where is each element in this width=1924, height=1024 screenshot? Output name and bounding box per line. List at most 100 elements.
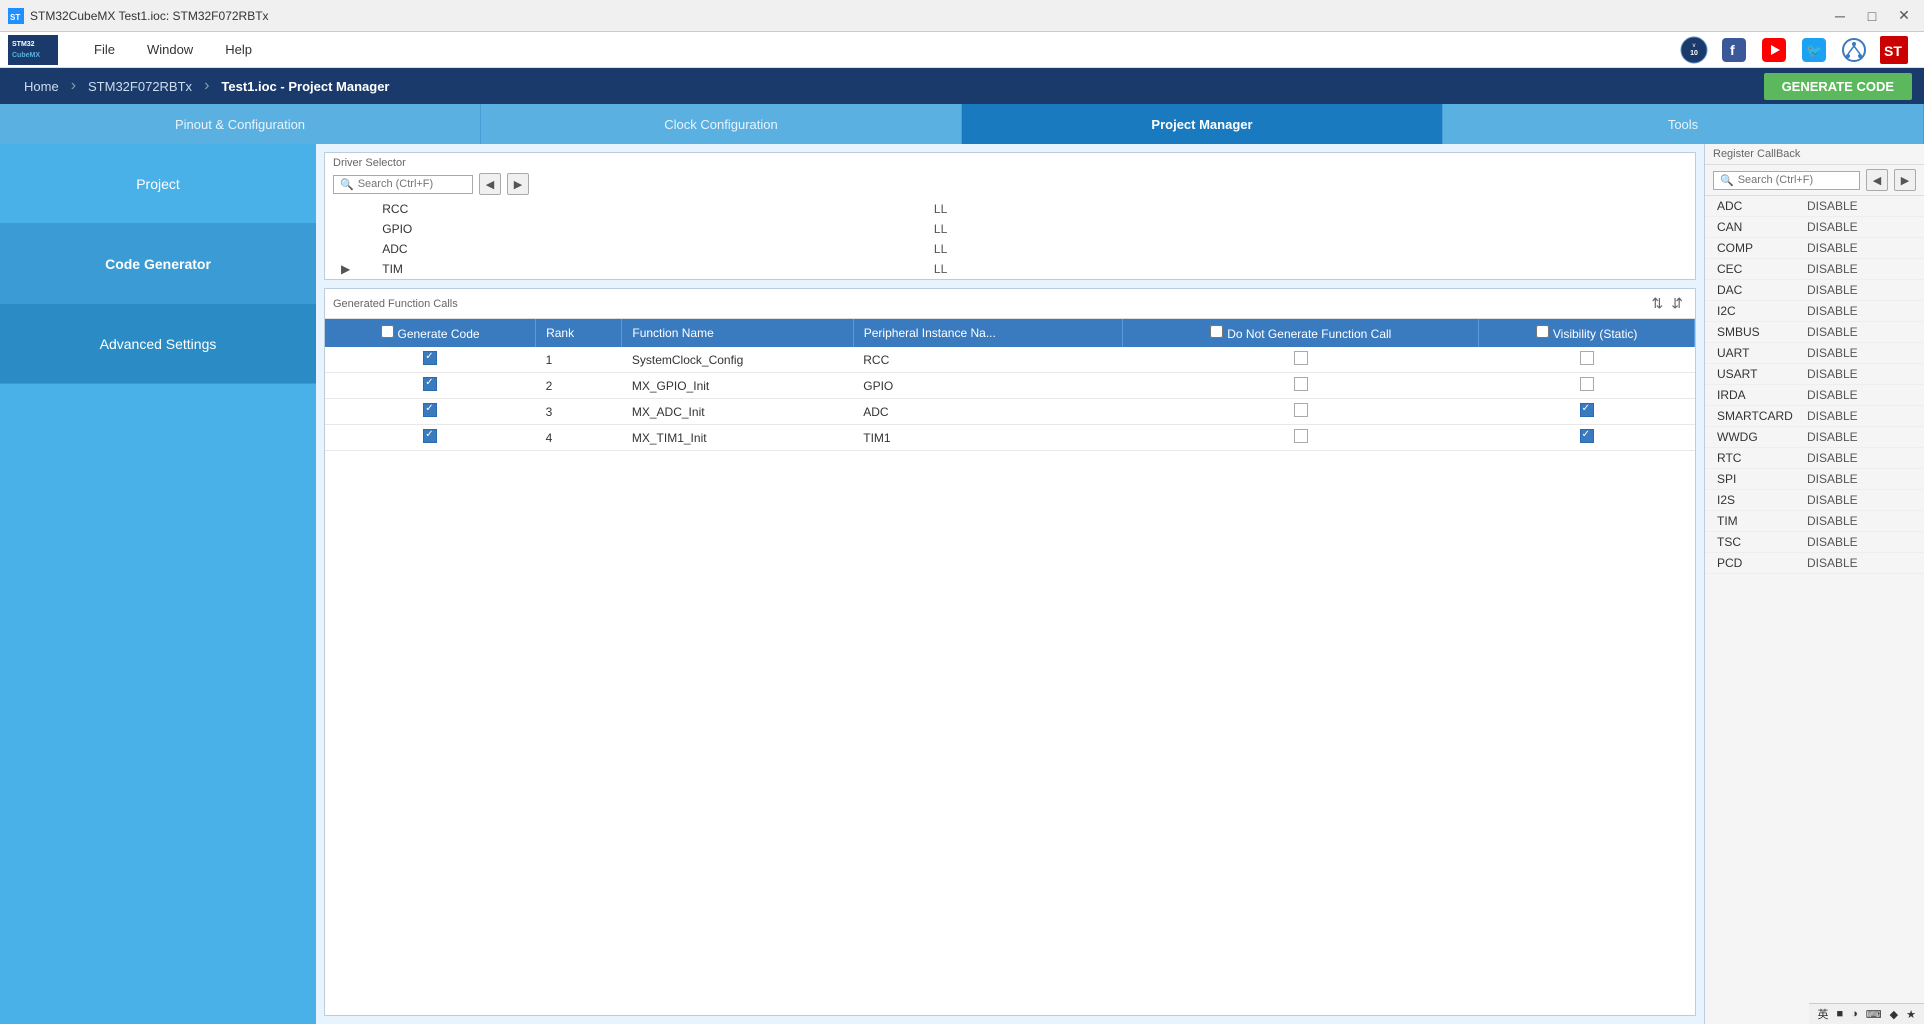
youtube-icon[interactable] [1760,36,1788,64]
gen-do-not-generate-cell[interactable] [1123,425,1479,451]
maximize-button[interactable]: □ [1860,4,1884,28]
reg-item-name: DAC [1717,283,1807,297]
register-callback-row[interactable]: ADC DISABLE [1705,196,1924,217]
gen-visibility-cell[interactable] [1479,399,1695,425]
svg-text:CubeMX: CubeMX [12,52,40,59]
register-callback-row[interactable]: USART DISABLE [1705,364,1924,385]
facebook-icon[interactable]: f [1720,36,1748,64]
expand-icon[interactable]: ▶ [341,262,350,276]
reg-nav-prev[interactable]: ◀ [1866,169,1888,191]
generated-functions-table: Generate CodeRankFunction NamePeripheral… [325,319,1695,451]
driver-nav-prev[interactable]: ◀ [479,173,501,195]
register-search-box[interactable]: 🔍 [1713,171,1860,190]
driver-table-row[interactable]: ADC LL [325,239,1695,259]
sidebar: Project Code Generator Advanced Settings [0,144,316,1024]
col-checkbox-5[interactable] [1536,327,1553,341]
gen-visibility-cell[interactable] [1479,347,1695,373]
driver-table-row[interactable]: ▶ TIM LL [325,259,1695,279]
driver-table-row[interactable]: GPIO LL [325,219,1695,239]
network-icon[interactable] [1840,36,1868,64]
register-callback-row[interactable]: SMBUS DISABLE [1705,322,1924,343]
status-icon-3: ⌨ [1866,1008,1882,1021]
register-callback-row[interactable]: UART DISABLE [1705,343,1924,364]
driver-selector-section: Driver Selector 🔍 ◀ ▶ RCC LL GPIO LL [324,152,1696,280]
col-checkbox-0[interactable] [381,327,398,341]
tab-clock[interactable]: Clock Configuration [481,104,962,144]
register-callback-row[interactable]: SPI DISABLE [1705,469,1924,490]
minimize-button[interactable]: ─ [1828,4,1852,28]
menu-file[interactable]: File [78,36,131,63]
menu-bar: STM32 CubeMX File Window Help v 10 f [0,32,1924,68]
reg-item-status: DISABLE [1807,514,1858,528]
register-callback-row[interactable]: CEC DISABLE [1705,259,1924,280]
col-checkbox-4[interactable] [1210,327,1227,341]
gen-do-not-generate-cell[interactable] [1123,347,1479,373]
sidebar-item-project[interactable]: Project [0,144,316,224]
svg-text:v: v [1693,43,1696,49]
gen-do-not-generate-cell[interactable] [1123,373,1479,399]
app-title: STM32CubeMX Test1.ioc: STM32F072RBTx [30,9,1828,23]
gen-visibility-cell[interactable] [1479,425,1695,451]
tab-tools[interactable]: Tools [1443,104,1924,144]
reg-nav-next[interactable]: ▶ [1894,169,1916,191]
sort-asc-button[interactable]: ⇅ [1648,293,1668,314]
tab-pinout[interactable]: Pinout & Configuration [0,104,481,144]
register-callback-row[interactable]: CAN DISABLE [1705,217,1924,238]
sidebar-item-code-generator[interactable]: Code Generator [0,224,316,304]
menu-help[interactable]: Help [209,36,268,63]
register-callback-row[interactable]: I2S DISABLE [1705,490,1924,511]
tab-project-manager[interactable]: Project Manager [962,104,1443,144]
reg-item-name: RTC [1717,451,1807,465]
gen-generate-code-cell[interactable] [325,425,536,451]
driver-expand-cell [325,219,366,239]
register-callback-row[interactable]: I2C DISABLE [1705,301,1924,322]
driver-search-box[interactable]: 🔍 [333,175,473,194]
gen-table-row: 3 MX_ADC_Init ADC [325,399,1695,425]
driver-name-cell: TIM [366,259,534,279]
breadcrumb-home[interactable]: Home [12,75,71,98]
status-icon-2: ◑ [1851,1008,1858,1020]
reg-item-name: TIM [1717,514,1807,528]
sidebar-item-advanced-settings[interactable]: Advanced Settings [0,304,316,384]
driver-table-row[interactable]: RCC LL [325,199,1695,219]
gen-generate-code-cell[interactable] [325,373,536,399]
st-logo[interactable]: ST [1880,36,1908,64]
register-search-input[interactable] [1738,174,1853,186]
register-callback-row[interactable]: RTC DISABLE [1705,448,1924,469]
register-callback-row[interactable]: IRDA DISABLE [1705,385,1924,406]
close-button[interactable]: ✕ [1892,4,1916,28]
reg-item-status: DISABLE [1807,556,1858,570]
driver-toolbar: 🔍 ◀ ▶ [325,169,1695,199]
breadcrumb-current[interactable]: Test1.ioc - Project Manager [209,75,401,98]
gen-function-name-cell: MX_TIM1_Init [622,425,853,451]
driver-expand-cell: ▶ [325,259,366,279]
breadcrumb-device[interactable]: STM32F072RBTx [76,75,204,98]
reg-item-name: USART [1717,367,1807,381]
reg-item-name: SPI [1717,472,1807,486]
driver-nav-next[interactable]: ▶ [507,173,529,195]
menu-window[interactable]: Window [131,36,209,63]
sort-desc-button[interactable]: ⇵ [1667,293,1687,314]
reg-item-name: ADC [1717,199,1807,213]
reg-item-name: TSC [1717,535,1807,549]
gen-do-not-generate-cell[interactable] [1123,399,1479,425]
gen-generate-code-cell[interactable] [325,347,536,373]
gen-generate-code-cell[interactable] [325,399,536,425]
reg-item-name: I2S [1717,493,1807,507]
register-search-area: 🔍 ◀ ▶ [1705,165,1924,196]
register-callback-row[interactable]: COMP DISABLE [1705,238,1924,259]
generate-code-button[interactable]: GENERATE CODE [1764,73,1912,100]
twitter-icon[interactable]: 🐦 [1800,36,1828,64]
register-search-icon: 🔍 [1720,174,1734,187]
driver-search-input[interactable] [358,178,466,190]
reg-item-status: DISABLE [1807,535,1858,549]
register-callback-row[interactable]: TSC DISABLE [1705,532,1924,553]
register-callback-row[interactable]: SMARTCARD DISABLE [1705,406,1924,427]
register-callback-row[interactable]: WWDG DISABLE [1705,427,1924,448]
register-callback-row[interactable]: PCD DISABLE [1705,553,1924,574]
gen-visibility-cell[interactable] [1479,373,1695,399]
driver-expand-cell [325,239,366,259]
reg-item-name: CAN [1717,220,1807,234]
register-callback-row[interactable]: DAC DISABLE [1705,280,1924,301]
register-callback-row[interactable]: TIM DISABLE [1705,511,1924,532]
